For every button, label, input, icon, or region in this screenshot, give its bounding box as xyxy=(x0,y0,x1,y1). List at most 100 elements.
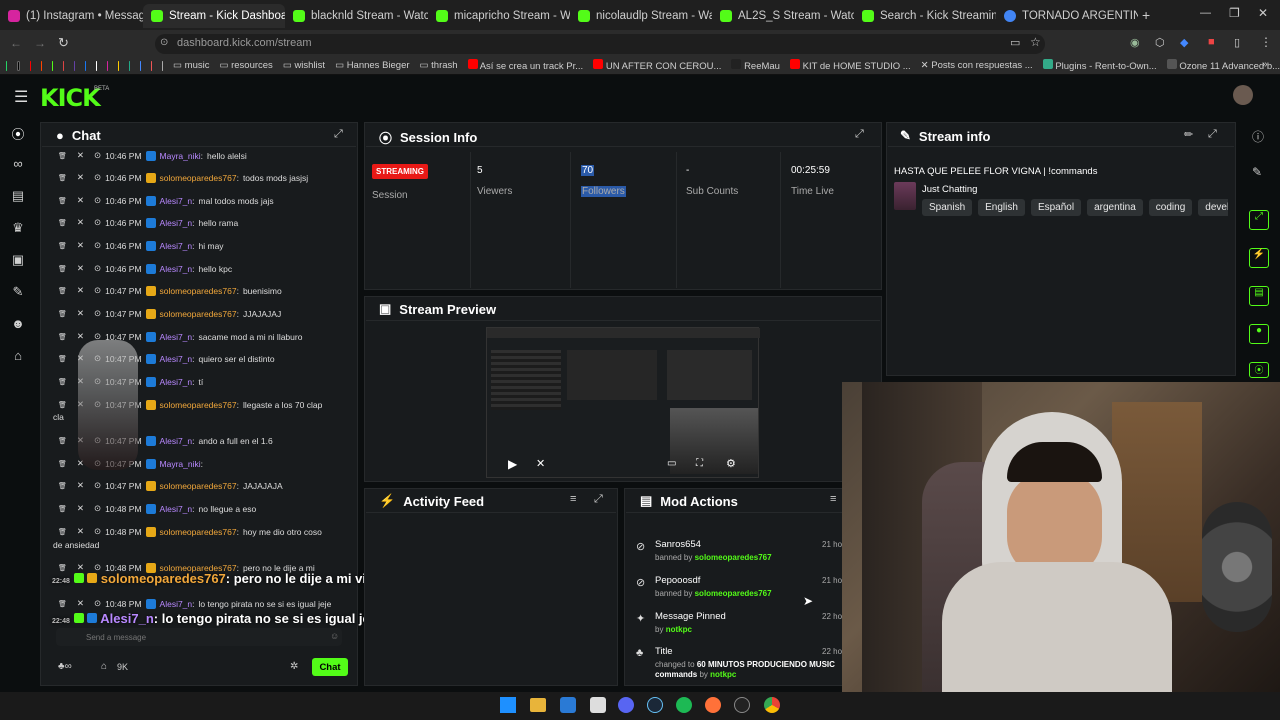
firefox-icon[interactable] xyxy=(705,697,721,713)
bookmark-music[interactable]: ▭ music xyxy=(173,60,209,71)
edit-icon[interactable]: ✏ xyxy=(1184,128,1193,141)
bookmark-thrash[interactable]: ▭ thrash xyxy=(420,60,458,71)
kick-icon[interactable] xyxy=(51,60,53,71)
quick-action-icon[interactable]: ⤢ xyxy=(1249,210,1269,230)
timeout-icon[interactable]: ⊙ xyxy=(94,172,101,183)
cast-icon[interactable]: ▭ xyxy=(1010,36,1020,49)
timeout-icon[interactable]: ⊙ xyxy=(94,503,101,514)
link-icon[interactable]: ∞ xyxy=(10,156,26,172)
chat-username[interactable]: solomeoparedes767 xyxy=(160,527,237,537)
forward-icon[interactable]: → xyxy=(34,36,46,50)
users-link-icon[interactable]: ♣∞ xyxy=(58,661,72,672)
delete-icon[interactable]: 🗑 xyxy=(58,265,67,273)
ban-icon[interactable]: ✕ xyxy=(77,308,84,319)
ban-icon[interactable]: ✕ xyxy=(77,195,84,206)
ban-icon[interactable]: ✕ xyxy=(77,217,84,228)
extension-icon[interactable]: ◆ xyxy=(1180,36,1188,49)
puzzle-icon[interactable]: ⬡ xyxy=(1155,36,1165,49)
delete-icon[interactable]: 🗑 xyxy=(58,482,67,490)
bookmark-icon[interactable] xyxy=(117,60,119,71)
timeout-icon[interactable]: ⊙ xyxy=(94,285,101,296)
delete-icon[interactable]: 🗑 xyxy=(58,333,67,341)
chat-username[interactable]: Alesi7_n xyxy=(160,504,193,514)
ban-icon[interactable]: ✕ xyxy=(77,526,84,537)
bookmark-after[interactable]: UN AFTER CON CEROU... xyxy=(593,59,721,72)
vscode-icon[interactable] xyxy=(560,697,576,713)
new-tab-icon[interactable]: + xyxy=(1142,7,1150,23)
tab-search-kick[interactable]: Search - Kick Streaming✕ xyxy=(854,4,996,28)
chat-bubble-icon[interactable]: ● xyxy=(1249,324,1269,344)
bookmark-icon[interactable] xyxy=(162,60,164,71)
reddit-icon[interactable] xyxy=(40,60,42,71)
tag[interactable]: developer xyxy=(1198,199,1228,216)
users-icon[interactable]: ☻ xyxy=(10,316,26,332)
bookmark-posts[interactable]: ✕ Posts con respuestas ... xyxy=(921,60,1033,71)
spotify-icon[interactable] xyxy=(676,697,692,713)
chat-username[interactable]: Alesi7_n xyxy=(160,599,193,609)
steam-icon[interactable] xyxy=(647,697,663,713)
filter-icon[interactable]: ≡ xyxy=(570,493,576,505)
popout-icon[interactable]: ⤢ xyxy=(334,128,343,141)
ban-icon[interactable]: ✕ xyxy=(77,331,84,342)
timeout-icon[interactable]: ⊙ xyxy=(94,480,101,491)
bookmark-star-icon[interactable]: ☆ xyxy=(1030,35,1041,49)
ban-icon[interactable]: ✕ xyxy=(77,172,84,183)
ban-icon[interactable]: ✕ xyxy=(77,480,84,491)
windows-icon[interactable] xyxy=(500,697,516,713)
kick-logo[interactable]: KICK xyxy=(40,84,101,112)
popout-icon[interactable]: ⤢ xyxy=(594,493,603,506)
send-chat-button[interactable]: Chat xyxy=(312,658,348,676)
whatsapp-icon[interactable] xyxy=(6,60,8,71)
tag[interactable]: English xyxy=(978,199,1025,216)
tab-kick-dashboard[interactable]: Stream - Kick Dashboard✕ xyxy=(143,4,285,28)
folder-icon[interactable] xyxy=(530,698,546,712)
twitch-icon[interactable] xyxy=(73,60,75,71)
stream-icon[interactable]: ⦿ xyxy=(10,124,26,142)
gmail-icon[interactable] xyxy=(62,60,64,71)
timeout-icon[interactable]: ⊙ xyxy=(94,217,101,228)
bookmark-plugins[interactable]: Plugins - Rent-to-Own... xyxy=(1042,59,1157,72)
window-close-icon[interactable]: ✕ xyxy=(1258,6,1268,20)
timeout-icon[interactable]: ⊙ xyxy=(94,240,101,251)
extension-icon[interactable]: ■ xyxy=(1208,36,1215,48)
delete-icon[interactable]: 🗑 xyxy=(58,355,67,363)
ban-icon[interactable]: ✕ xyxy=(77,150,84,161)
chat-username[interactable]: solomeoparedes767 xyxy=(160,286,237,296)
tab-blacknld[interactable]: blacknld Stream - Watch Live✕ xyxy=(285,4,428,28)
chrome-icon[interactable] xyxy=(764,697,780,713)
tag[interactable]: coding xyxy=(1148,199,1193,216)
store-icon[interactable]: ⌂ xyxy=(101,661,107,672)
delete-icon[interactable]: 🗑 xyxy=(58,174,67,182)
chat-input[interactable] xyxy=(86,630,316,644)
delete-icon[interactable]: 🗑 xyxy=(58,437,67,445)
bookmark-icon[interactable] xyxy=(151,60,153,71)
ban-icon[interactable]: ✕ xyxy=(77,263,84,274)
bookmark-resources[interactable]: ▭ resources xyxy=(219,60,272,71)
timeout-icon[interactable]: ⊙ xyxy=(94,263,101,274)
youtube-icon[interactable] xyxy=(29,60,31,71)
theater-icon[interactable]: ▭ xyxy=(667,458,676,469)
delete-icon[interactable]: 🗑 xyxy=(58,287,67,295)
bookmark-icon[interactable] xyxy=(128,60,130,71)
delete-icon[interactable]: 🗑 xyxy=(58,310,67,318)
delete-icon[interactable]: 🗑 xyxy=(58,528,67,536)
x-icon[interactable] xyxy=(17,60,20,71)
tag[interactable]: Español xyxy=(1030,199,1082,216)
sidepanel-icon[interactable]: ▯ xyxy=(1234,36,1240,49)
filter-icon[interactable]: ≡ xyxy=(830,493,836,505)
delete-icon[interactable]: 🗑 xyxy=(58,460,67,468)
category-name[interactable]: Just Chatting xyxy=(922,184,977,195)
tag[interactable]: argentina xyxy=(1087,199,1143,216)
clipboard-icon[interactable]: ▤ xyxy=(1249,286,1269,306)
chat-username[interactable]: solomeoparedes767 xyxy=(160,481,237,491)
bookmark-icon[interactable] xyxy=(139,60,141,71)
broadcast-icon[interactable]: ⦿ xyxy=(1249,362,1269,378)
obs-icon[interactable] xyxy=(734,697,750,713)
minimize-icon[interactable]: — xyxy=(1200,7,1211,19)
back-icon[interactable]: ← xyxy=(10,36,22,50)
timeout-icon[interactable]: ⊙ xyxy=(94,195,101,206)
tab-tornado[interactable]: TORNADO ARGENTINA 2012✕ xyxy=(996,4,1138,28)
chat-username[interactable]: Alesi7_n xyxy=(160,196,193,206)
chat-username[interactable]: Alesi7_n xyxy=(160,354,193,364)
ban-icon[interactable]: ✕ xyxy=(77,503,84,514)
